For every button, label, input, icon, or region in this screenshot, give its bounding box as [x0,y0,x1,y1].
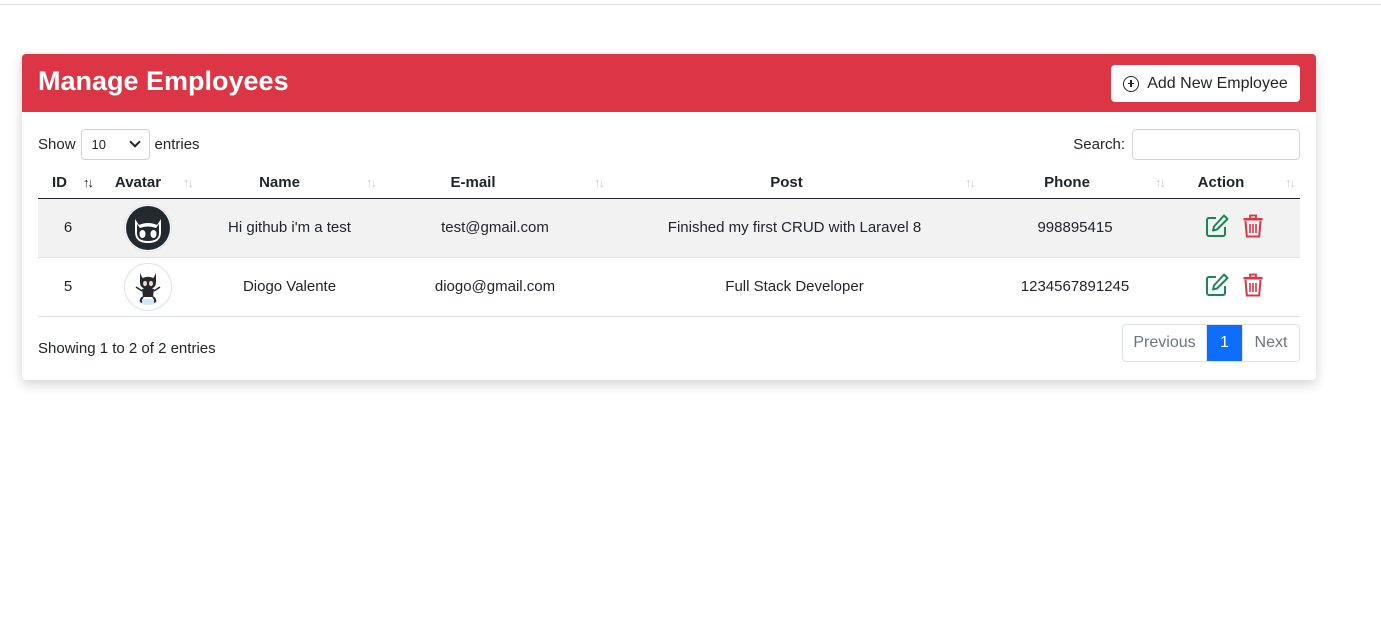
cell-name: Hi github i'm a test [198,198,381,258]
column-header-phone[interactable]: Phone ↑↓ [980,167,1170,199]
cell-name: Diogo Valente [198,257,381,317]
show-label: Show [38,135,76,153]
table-controls: Show 10 entries Search: [38,128,1300,160]
column-header-name[interactable]: Name ↑↓ [198,167,381,199]
table-row: 6 Hi github i'm a test test@gmail.com Fi… [38,198,1300,258]
employees-table: ID ↑↓ Avatar ↑↓ Name ↑↓ E-mail ↑↓ Post ↑↓ Pho… [38,167,1300,317]
sort-icon: ↑↓ [366,175,377,190]
cell-post: Full Stack Developer [609,257,980,317]
column-header-action[interactable]: Action ↑↓ [1170,167,1300,199]
sort-icon: ↑↓ [1285,175,1296,190]
add-employee-label: Add New Employee [1147,74,1288,92]
page-title: Manage Employees [38,66,289,96]
chevron-down-icon [128,136,141,148]
sort-icon: ↑↓ [1155,175,1166,190]
page-1-button[interactable]: 1 [1207,325,1242,361]
top-divider [0,4,1381,5]
column-header-id[interactable]: ID ↑↓ [38,167,98,199]
github-octocat-icon [124,262,172,311]
employees-card: Manage Employees Add New Employee Show 1… [22,54,1316,380]
trash-icon[interactable] [1241,273,1265,297]
add-employee-button[interactable]: Add New Employee [1111,65,1300,102]
entries-label: entries [154,135,200,153]
sort-icon: ↑↓ [965,175,976,190]
entries-select[interactable]: 10 [80,128,150,160]
edit-icon[interactable] [1205,273,1229,297]
cell-avatar [98,257,198,317]
cell-email: test@gmail.com [381,198,609,258]
cell-email: diogo@gmail.com [381,257,609,317]
cell-actions [1170,257,1300,317]
cell-phone: 1234567891245 [980,257,1170,317]
next-page-button[interactable]: Next [1242,325,1299,361]
github-octocat-face-icon [124,203,172,252]
cell-avatar [98,198,198,258]
search-control: Search: [1073,128,1300,160]
sort-icon: ↑↓ [83,175,94,190]
column-header-post[interactable]: Post ↑↓ [609,167,980,199]
search-label: Search: [1073,135,1125,153]
entries-length-control: Show 10 entries [38,128,200,160]
table-info: Showing 1 to 2 of 2 entries [38,340,216,357]
column-header-avatar[interactable]: Avatar ↑↓ [98,167,198,199]
sort-icon: ↑↓ [594,175,605,190]
cell-post: Finished my first CRUD with Laravel 8 [609,198,980,258]
search-input[interactable] [1132,128,1300,160]
trash-icon[interactable] [1241,214,1265,238]
sort-icon: ↑↓ [183,175,194,190]
plus-circle-icon [1123,75,1140,92]
table-header-row: ID ↑↓ Avatar ↑↓ Name ↑↓ E-mail ↑↓ Post ↑↓ Pho… [38,167,1300,199]
cell-phone: 998895415 [980,198,1170,258]
entries-select-value: 10 [91,136,106,152]
edit-icon[interactable] [1205,214,1229,238]
previous-page-button[interactable]: Previous [1123,325,1207,361]
column-header-email[interactable]: E-mail ↑↓ [381,167,609,199]
cell-id: 5 [38,257,98,317]
card-header: Manage Employees Add New Employee [22,54,1316,112]
table-row: 5 Diogo Valente diogo@gmail.com Full Sta… [38,257,1300,317]
pagination: Previous 1 Next [1122,324,1300,362]
cell-actions [1170,198,1300,258]
cell-id: 6 [38,198,98,258]
